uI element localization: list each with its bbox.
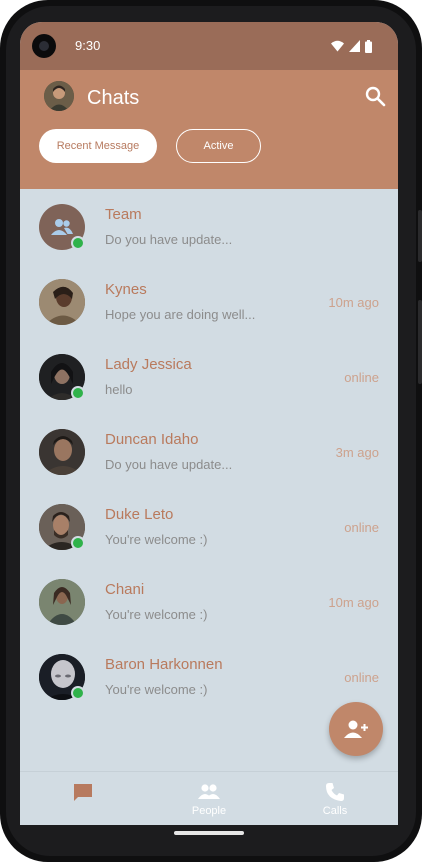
avatar — [39, 429, 85, 475]
chat-message: You're welcome :) — [105, 607, 208, 622]
chat-message: You're welcome :) — [105, 682, 208, 697]
nav-chats[interactable] — [38, 772, 128, 825]
home-indicator[interactable] — [174, 831, 244, 835]
chat-status: online — [344, 520, 379, 535]
volume-button — [418, 210, 422, 262]
chat-row-duncan-idaho[interactable]: Duncan Idaho Do you have update... 3m ag… — [20, 414, 398, 489]
chat-row-chani[interactable]: Chani You're welcome :) 10m ago — [20, 564, 398, 639]
chat-message: hello — [105, 382, 133, 397]
search-button[interactable] — [364, 85, 386, 107]
phone-frame: 9:30 Chats Recent Message Active Team Do… — [0, 0, 422, 862]
nav-people[interactable]: People — [164, 772, 254, 825]
online-indicator — [71, 236, 85, 250]
phone-icon — [326, 783, 344, 801]
bottom-nav: People Calls — [20, 771, 398, 825]
chat-timestamp: 10m ago — [328, 295, 379, 310]
chat-message: Do you have update... — [105, 232, 233, 247]
signal-icon — [349, 40, 360, 52]
avatar-image — [39, 579, 85, 625]
chat-row-duke-leto[interactable]: Duke Leto You're welcome :) online — [20, 489, 398, 564]
profile-avatar-image — [44, 81, 74, 111]
chat-name: Team — [105, 206, 142, 223]
add-contact-button[interactable] — [329, 702, 383, 756]
people-icon — [198, 784, 220, 799]
avatar-image — [39, 429, 85, 475]
chat-message: You're welcome :) — [105, 532, 208, 547]
status-bar: 9:30 — [20, 22, 398, 70]
chat-timestamp: 3m ago — [335, 445, 379, 460]
chat-icon — [74, 784, 92, 801]
avatar — [39, 279, 85, 325]
chat-message: Hope you are doing well... — [105, 307, 256, 322]
chat-row-baron-harkonnen[interactable]: Baron Harkonnen You're welcome :) online — [20, 639, 398, 714]
status-icons — [331, 39, 372, 53]
page-title: Chats — [87, 87, 140, 109]
battery-icon — [365, 39, 372, 53]
app-bar: Chats Recent Message Active — [20, 70, 398, 189]
avatar-image — [39, 279, 85, 325]
chat-name: Chani — [105, 581, 145, 598]
chat-message: Do you have update... — [105, 457, 233, 472]
online-indicator — [71, 686, 85, 700]
app-screen: 9:30 Chats Recent Message Active Team Do… — [20, 22, 398, 825]
nav-people-label: People — [191, 805, 227, 817]
chat-status: online — [344, 670, 379, 685]
wifi-icon — [331, 40, 344, 52]
chat-name: Duke Leto — [105, 506, 174, 523]
chat-row-lady-jessica[interactable]: Lady Jessica hello online — [20, 339, 398, 414]
nav-calls[interactable]: Calls — [290, 772, 380, 825]
search-icon — [365, 86, 386, 107]
online-indicator — [71, 536, 85, 550]
chat-name: Duncan Idaho — [105, 431, 199, 448]
chat-name: Kynes — [105, 281, 147, 298]
profile-avatar[interactable] — [44, 81, 74, 111]
chat-timestamp: 10m ago — [328, 595, 379, 610]
online-indicator — [71, 386, 85, 400]
chat-row-kynes[interactable]: Kynes Hope you are doing well... 10m ago — [20, 264, 398, 339]
avatar — [39, 579, 85, 625]
filter-recent-message[interactable]: Recent Message — [39, 129, 157, 163]
status-time: 9:30 — [75, 38, 101, 53]
group-icon — [51, 219, 73, 235]
chat-status: online — [344, 370, 379, 385]
chat-name: Lady Jessica — [105, 356, 192, 373]
filter-active[interactable]: Active — [176, 129, 261, 163]
chat-name: Baron Harkonnen — [105, 656, 223, 673]
person-add-icon — [344, 720, 368, 738]
nav-calls-label: Calls — [322, 805, 348, 817]
power-button — [418, 300, 422, 384]
chat-row-team[interactable]: Team Do you have update... — [20, 189, 398, 264]
camera-cutout — [32, 34, 56, 58]
